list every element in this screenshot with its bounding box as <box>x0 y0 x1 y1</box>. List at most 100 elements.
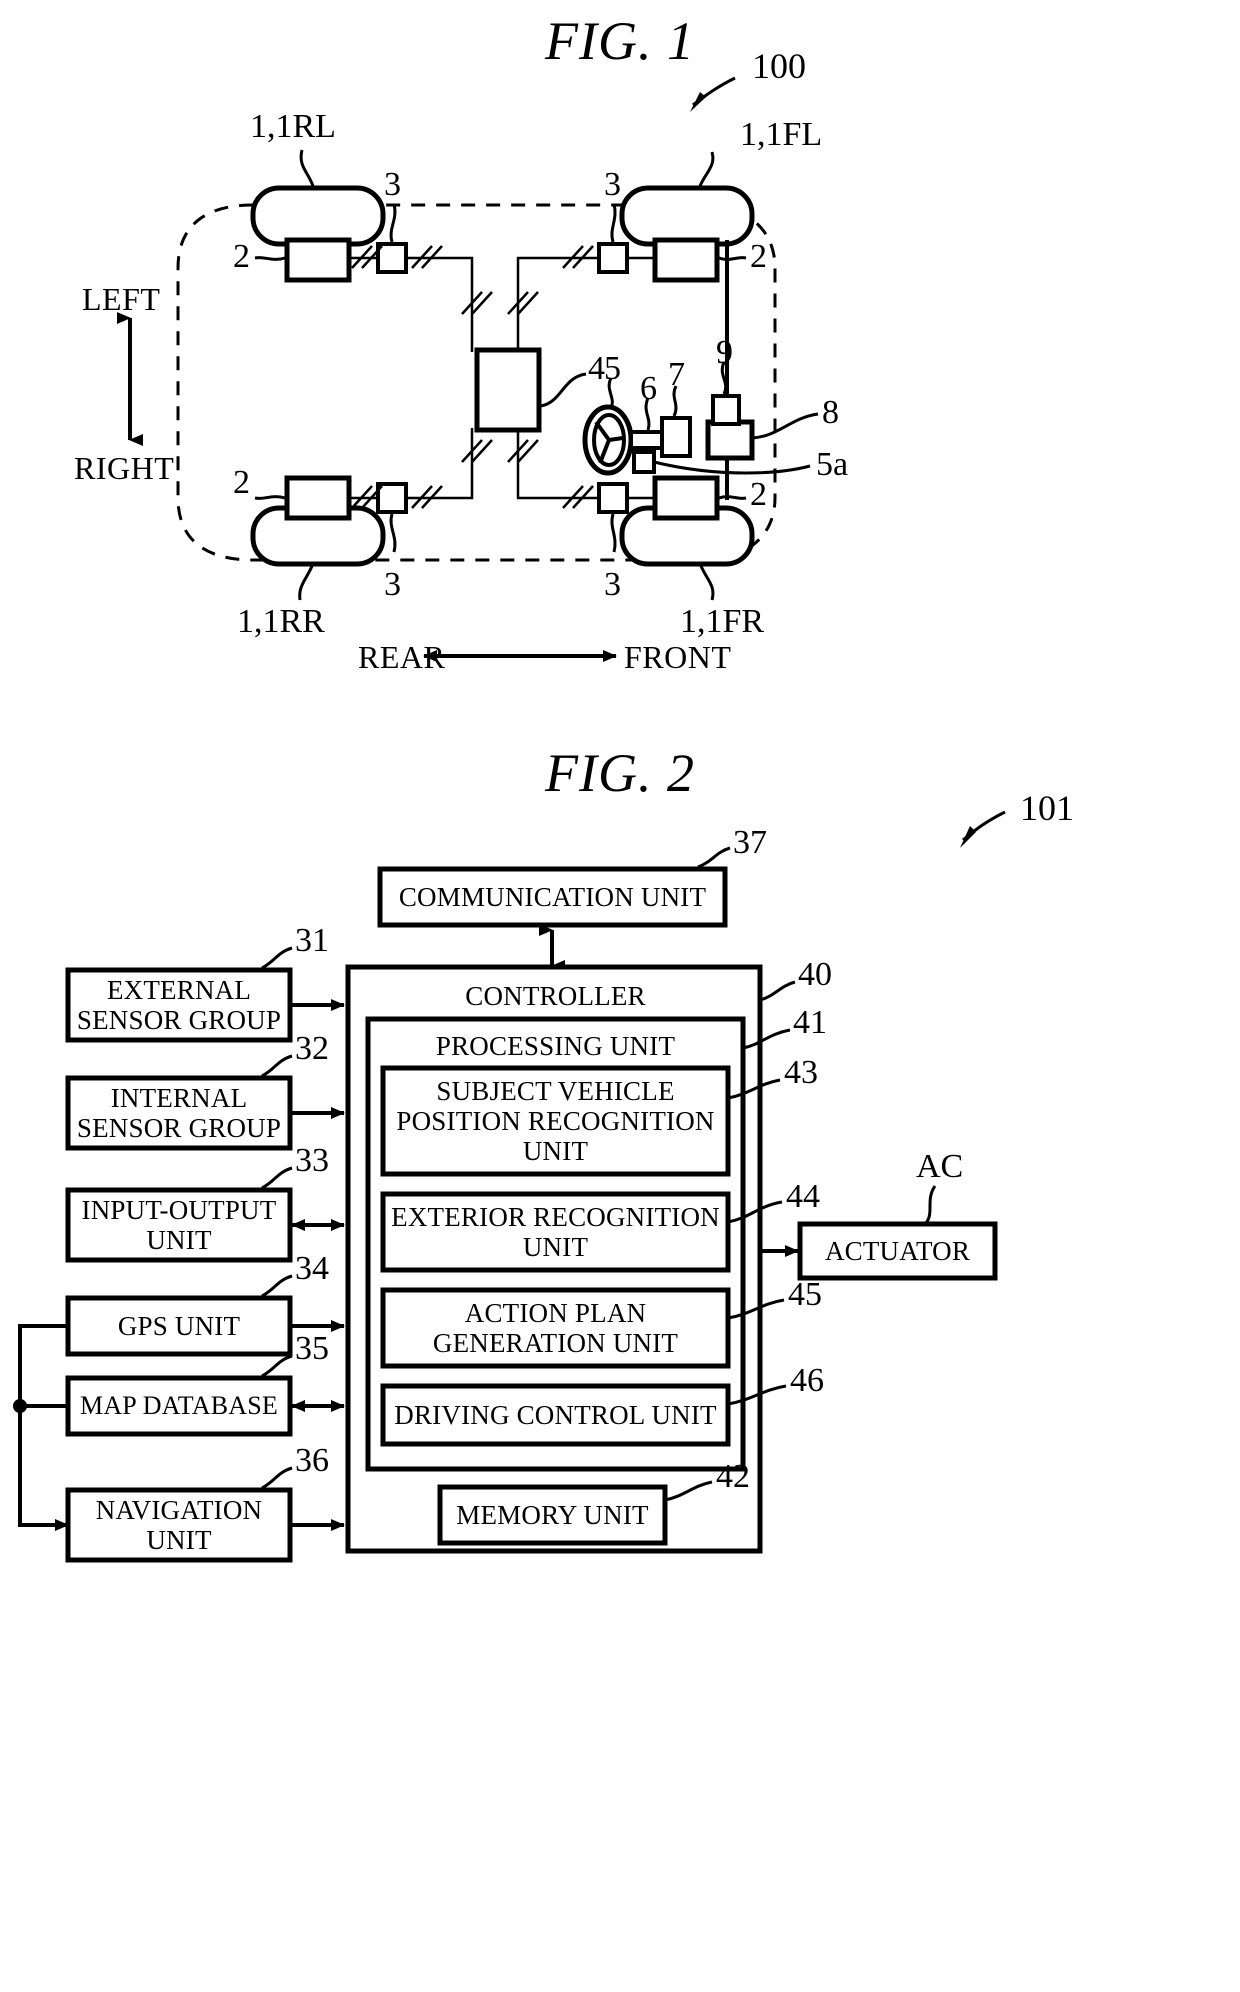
wheel-rear-right <box>250 505 386 567</box>
ref-100: 100 <box>752 46 806 86</box>
ref-steering-switch-5a: 5a <box>816 446 849 483</box>
leader-AC <box>923 1185 937 1226</box>
leader-42 <box>664 1480 713 1502</box>
ref-actuator-eight: 8 <box>822 394 839 431</box>
exterior-recognition-unit-label: EXTERIOR RECOGNITION UNIT <box>383 1194 728 1270</box>
leader-sensor-fl <box>610 203 617 243</box>
memory-unit-label: MEMORY UNIT <box>456 1499 649 1530</box>
actuator-label: ACTUATOR <box>824 1235 971 1266</box>
driving-control-unit-label: DRIVING CONTROL UNIT <box>394 1399 717 1430</box>
leader-wheel-rl <box>299 149 315 187</box>
ref-wheel-front-right: 1,1FR <box>680 603 765 640</box>
leader-4 <box>540 372 587 408</box>
patent-drawing-page: FIG. 1 FIG. 2 100 1,1RL 1,1FL 1,1RR 1,1F… <box>0 0 1240 1992</box>
ref-32: 32 <box>295 1030 329 1067</box>
ref-brake-front-left: 2 <box>750 238 767 275</box>
leader-31 <box>261 946 293 970</box>
pipe-fr-2 <box>516 428 600 500</box>
steering-wheel-outer <box>582 404 634 476</box>
steering-wheel-inner <box>592 413 626 467</box>
steering-wheel-spokes <box>594 420 624 464</box>
ref-steering-shaft: 6 <box>640 370 657 407</box>
external-sensor-group-line2: SENSOR GROUP <box>76 1005 282 1035</box>
apgu-line1: ACTION PLAN <box>464 1297 647 1328</box>
leader-41 <box>742 1028 791 1050</box>
leader-43 <box>727 1078 781 1100</box>
leader-wheel-fr <box>699 565 715 601</box>
leader-33 <box>261 1166 293 1190</box>
ref-42: 42 <box>716 1458 750 1495</box>
bus-map-to-nav <box>18 1406 62 1527</box>
map-database-label: MAP DATABASE <box>80 1391 278 1421</box>
figure-1-title: FIG. 1 <box>545 11 695 71</box>
sensor-front-right <box>597 482 629 514</box>
wheel-front-right <box>619 505 755 567</box>
svpru-line1: SUBJECT VEHICLE <box>436 1075 675 1106</box>
ref-wheel-rear-right: 1,1RR <box>237 603 325 640</box>
ref-33: 33 <box>295 1142 329 1179</box>
steering-switch-5a <box>632 450 656 474</box>
ref-sensor-front-left: 3 <box>604 166 621 203</box>
sensor-rear-right <box>376 482 408 514</box>
steering-shaft <box>629 430 667 450</box>
ref-wheel-rear-left: 1,1RL <box>250 108 336 145</box>
pipe-fl-2 <box>516 256 600 352</box>
arrowhead-101 <box>960 826 976 848</box>
steering-box <box>660 416 692 458</box>
leader-wheel-fl <box>698 151 715 187</box>
ref-40: 40 <box>798 956 832 993</box>
arrowhead-100 <box>690 92 706 112</box>
navigation-unit-line2: UNIT <box>146 1525 212 1555</box>
leader-brake-fr <box>718 495 747 500</box>
ref-central-unit: 4 <box>588 350 605 387</box>
svpru-line2: POSITION RECOGNITION <box>396 1105 715 1136</box>
ref-46: 46 <box>790 1362 824 1399</box>
leader-101 <box>962 810 1006 842</box>
leader-5a <box>653 460 811 475</box>
leader-44 <box>727 1200 783 1224</box>
leader-brake-rl <box>254 256 286 261</box>
leader-sensor-rl <box>389 203 397 243</box>
ref-35: 35 <box>295 1330 329 1367</box>
leader-100 <box>692 76 736 107</box>
brake-rear-left <box>284 237 352 283</box>
input-output-unit-label: INPUT-OUTPUT UNIT <box>68 1190 290 1260</box>
direction-front: FRONT <box>624 639 732 675</box>
internal-sensor-group-line2: SENSOR GROUP <box>76 1113 282 1143</box>
ref-37: 37 <box>733 824 767 861</box>
actuator-8 <box>705 419 755 461</box>
ref-wheel-front-left: 1,1FL <box>740 116 823 153</box>
ref-sensor-front-right: 3 <box>604 566 621 603</box>
leader-sensor-fr <box>610 513 617 553</box>
leader-36 <box>261 1466 293 1490</box>
communication-unit-label: COMMUNICATION UNIT <box>398 881 707 912</box>
wheel-rear-left <box>250 185 386 247</box>
navigation-unit-label: NAVIGATION UNIT <box>68 1490 290 1560</box>
ref-45: 45 <box>788 1276 822 1313</box>
ref-41: 41 <box>793 1004 827 1041</box>
leader-40 <box>759 980 796 1002</box>
leader-8 <box>751 412 819 440</box>
direction-right: RIGHT <box>74 450 175 486</box>
processing-unit-label: PROCESSING UNIT <box>435 1030 676 1061</box>
leader-brake-fl <box>718 256 747 261</box>
ref-sensor-nine: 9 <box>716 334 733 371</box>
apgu-line2: GENERATION UNIT <box>432 1328 679 1358</box>
subject-vehicle-position-recognition-unit-label: SUBJECT VEHICLE POSITION RECOGNITION UNI… <box>383 1068 728 1174</box>
ref-44: 44 <box>786 1178 820 1215</box>
ref-36: 36 <box>295 1442 329 1479</box>
ref-sensor-rear-right: 3 <box>384 566 401 603</box>
pipe-rr-2 <box>404 428 474 500</box>
pipe-rl-2 <box>404 256 474 352</box>
navigation-unit-line1: NAVIGATION <box>95 1494 263 1525</box>
input-output-unit-line2: UNIT <box>146 1225 212 1255</box>
external-sensor-group-label: EXTERNAL SENSOR GROUP <box>68 970 290 1040</box>
leader-brake-rr <box>254 495 286 500</box>
leader-46 <box>727 1384 787 1406</box>
eru-line1: EXTERIOR RECOGNITION <box>391 1201 720 1232</box>
internal-sensor-group-line1: INTERNAL <box>110 1082 248 1113</box>
leader-45 <box>727 1298 785 1320</box>
sensor-rear-left <box>376 242 408 274</box>
figure-1-graphics <box>117 76 819 662</box>
internal-sensor-group-label: INTERNAL SENSOR GROUP <box>68 1078 290 1148</box>
